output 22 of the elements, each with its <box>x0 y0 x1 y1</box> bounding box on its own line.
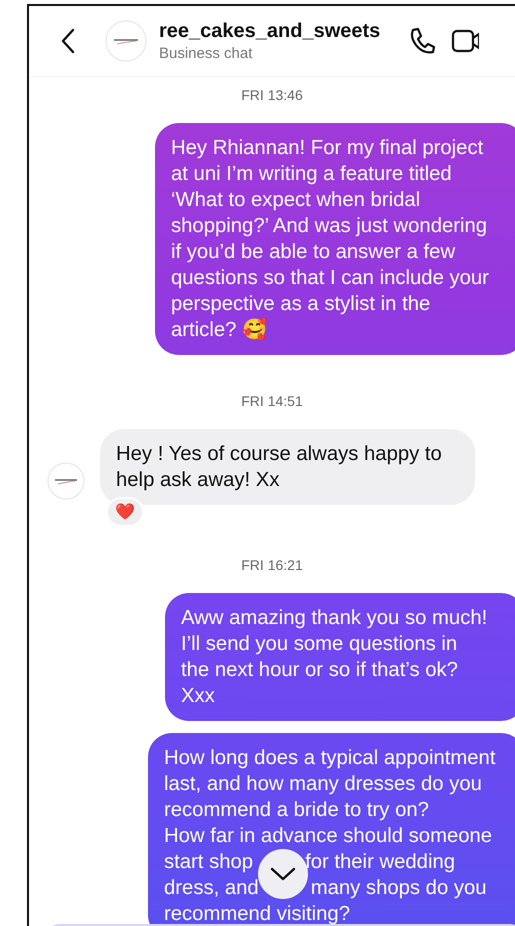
received-message[interactable]: Hey ! Yes of course always happy to help ask away! Xx <box>100 429 475 505</box>
message-text: for their wedding <box>305 850 456 875</box>
timestamp: FRI 16:21 <box>240 557 304 573</box>
timestamp: FRI 14:51 <box>240 393 304 409</box>
message-text: Hey Rhiannan! For my final project at uni I’m writing a feature titled ‘What to expect when bridal shopping?’ And was just wondering if you’d be able to answer a few questions so that I can include your perspective as a stylist in the article? 🥰 <box>171 136 490 343</box>
timestamp: FRI 13:46 <box>240 87 304 103</box>
username[interactable]: ree_cakes_and_sweets <box>159 20 407 43</box>
message-text: How long does a typical appointment last, and how many dresses do you recommend a bride to try on? <box>164 746 496 823</box>
sent-message[interactable] <box>148 733 515 926</box>
message-text: How far in advance should someone <box>164 824 492 849</box>
account-subtitle: Business chat <box>159 45 254 62</box>
message-text: start shop <box>164 850 254 875</box>
reaction-badge[interactable]: ❤ <box>106 497 144 527</box>
sent-message[interactable]: Aww amazing thank you so much! I’ll send you some questions in the next hour or so if that’s ok? Xxx <box>165 593 515 721</box>
message-text: recommend visiting? <box>164 902 350 926</box>
video-camera-icon[interactable] <box>451 28 479 54</box>
chevron-down-icon <box>270 867 296 881</box>
message-text: dress, and <box>164 876 259 901</box>
message-text: many shops do you <box>310 876 487 901</box>
message-text: Aww amazing thank you so much! I’ll send you some questions in the next hour or so if that’s ok? Xxx <box>181 606 488 709</box>
back-icon[interactable] <box>61 28 75 54</box>
sent-message[interactable] <box>155 123 515 355</box>
